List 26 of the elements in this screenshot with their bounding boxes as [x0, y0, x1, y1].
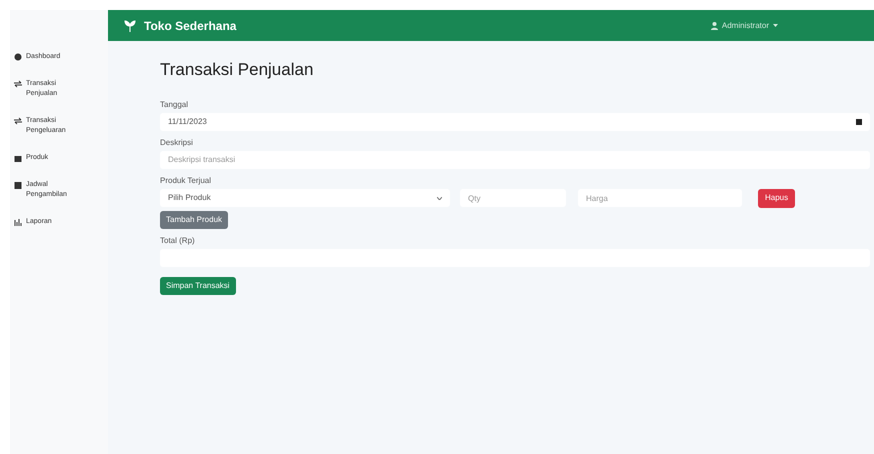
remove-button[interactable]: Hapus	[758, 188, 796, 208]
plant-icon	[124, 20, 136, 32]
chart-icon	[14, 218, 22, 227]
box-icon	[14, 154, 22, 163]
user-menu[interactable]: Administrator	[710, 20, 778, 32]
exchange-icon	[14, 117, 22, 126]
field-label: Produk Terjual	[160, 174, 212, 186]
caret-icon	[773, 24, 778, 27]
calendar-icon	[856, 118, 862, 124]
calendar-icon	[14, 181, 22, 190]
price-field[interactable]: Harga	[578, 189, 742, 207]
brand-name[interactable]: Toko Sederhana	[144, 16, 236, 34]
chevron-down-icon	[437, 196, 442, 200]
date-field[interactable]: 11/11/2023	[160, 112, 870, 130]
field-label: Total (Rp)	[160, 234, 196, 246]
description-field[interactable]: Deskripsi transaksi	[160, 150, 870, 168]
field-label: Deskripsi	[160, 136, 194, 148]
add-product-button[interactable]: Tambah Produk	[160, 210, 228, 228]
dashboard-icon	[14, 53, 22, 62]
qty-field[interactable]: Qty	[460, 189, 566, 207]
product-select[interactable]: Pilih Produk	[160, 189, 450, 207]
save-transaction-button[interactable]: Simpan Transaksi	[160, 276, 236, 294]
user-icon	[710, 22, 718, 30]
page-title: Transaksi Penjualan	[160, 59, 314, 81]
exchange-icon	[14, 80, 22, 89]
field-label: Tanggal	[160, 98, 190, 110]
